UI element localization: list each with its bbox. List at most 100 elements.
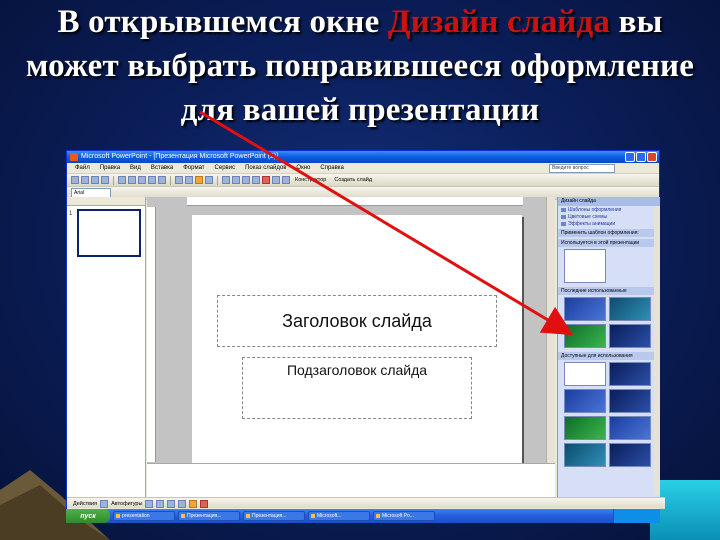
- fill-color-icon[interactable]: [189, 499, 198, 508]
- slides-pane: 1: [67, 197, 146, 497]
- color-schemes-link[interactable]: Цветовые схемы: [558, 213, 660, 220]
- taskbar-item[interactable]: Microsoft Po...: [373, 511, 435, 521]
- draw-actions-menu[interactable]: Действия: [73, 501, 97, 507]
- chart-icon[interactable]: [175, 176, 183, 184]
- minimize-button[interactable]: [625, 152, 635, 162]
- menu-tools[interactable]: Сервис: [215, 165, 236, 171]
- window-titlebar[interactable]: Microsoft PowerPoint - [Презентация Micr…: [67, 151, 659, 163]
- paste-icon[interactable]: [138, 176, 146, 184]
- align-icon[interactable]: [252, 176, 260, 184]
- menu-view[interactable]: Вид: [130, 165, 141, 171]
- taskpane-scrollbar[interactable]: [654, 207, 660, 495]
- pointer-icon[interactable]: [100, 499, 109, 508]
- available-templates-grid: [558, 360, 660, 469]
- menu-window[interactable]: Окно: [296, 165, 310, 171]
- used-in-presentation-label: Используется в этой презентации: [558, 239, 660, 247]
- taskbar-item[interactable]: Microsoft...: [308, 511, 370, 521]
- template-tile[interactable]: [609, 389, 651, 413]
- close-button[interactable]: [647, 152, 657, 162]
- redo-icon[interactable]: [158, 176, 166, 184]
- start-button[interactable]: пуск: [66, 509, 110, 523]
- table-icon[interactable]: [185, 176, 193, 184]
- help-question-input[interactable]: Введите вопрос: [549, 164, 615, 173]
- slides-pane-tabs[interactable]: [67, 197, 145, 206]
- indent-icon[interactable]: [282, 176, 290, 184]
- recent-templates-grid: [558, 295, 660, 350]
- template-tile[interactable]: [564, 324, 606, 348]
- template-default[interactable]: [564, 249, 606, 283]
- bold-icon[interactable]: [222, 176, 230, 184]
- italic-icon[interactable]: [232, 176, 240, 184]
- template-tile[interactable]: [564, 389, 606, 413]
- cut-icon[interactable]: [118, 176, 126, 184]
- horizontal-ruler: [187, 197, 523, 206]
- template-tile[interactable]: [564, 362, 606, 386]
- color-icon[interactable]: [195, 176, 203, 184]
- autoshapes-menu[interactable]: Автофигуры: [111, 501, 142, 507]
- system-tray: [613, 509, 660, 523]
- windows-taskbar: пуск presentation Презентация... Презент…: [66, 509, 660, 523]
- copy-icon[interactable]: [128, 176, 136, 184]
- template-tile[interactable]: [609, 297, 651, 321]
- template-tile[interactable]: [609, 324, 651, 348]
- taskbar-item[interactable]: Презентация...: [243, 511, 305, 521]
- design-templates-link[interactable]: Шаблоны оформления: [558, 206, 660, 213]
- menu-file[interactable]: Файл: [75, 165, 90, 171]
- font-color-icon[interactable]: [262, 176, 270, 184]
- slide-canvas[interactable]: Заголовок слайда Подзаголовок слайда: [192, 215, 522, 463]
- line-icon[interactable]: [145, 499, 154, 508]
- template-tile[interactable]: [609, 416, 651, 440]
- line-color-icon[interactable]: [200, 499, 209, 508]
- standard-toolbar: Конструктор Создать слайд: [67, 174, 659, 187]
- toolbar-separator: [170, 175, 171, 185]
- menu-insert[interactable]: Вставка: [151, 165, 173, 171]
- workspace: 1 Заголовок слайда Подзаголовок слайда Д…: [67, 197, 660, 498]
- template-tile[interactable]: [609, 443, 651, 467]
- design-button[interactable]: Конструктор: [292, 177, 329, 183]
- new-slide-button[interactable]: Создать слайд: [331, 177, 375, 183]
- maximize-button[interactable]: [636, 152, 646, 162]
- template-tile[interactable]: [564, 443, 606, 467]
- title-placeholder[interactable]: Заголовок слайда: [217, 295, 497, 347]
- save-icon[interactable]: [91, 176, 99, 184]
- taskbar-item[interactable]: Презентация...: [178, 511, 240, 521]
- taskbar-item[interactable]: presentation: [113, 511, 175, 521]
- menu-format[interactable]: Формат: [183, 165, 204, 171]
- menu-slideshow[interactable]: Показ слайдов: [245, 165, 286, 171]
- new-icon[interactable]: [71, 176, 79, 184]
- toolbar-separator: [113, 175, 114, 185]
- slide-number: 1: [69, 211, 73, 217]
- window-title: Microsoft PowerPoint - [Презентация Micr…: [81, 153, 279, 160]
- slide-thumbnail[interactable]: [77, 209, 141, 257]
- current-templates-grid: [558, 247, 660, 285]
- arrow-tool-icon[interactable]: [156, 499, 165, 508]
- slide-heading: В открывшемся окне Дизайн слайда вы може…: [20, 0, 700, 132]
- sea-decoration: [650, 480, 720, 540]
- rectangle-icon[interactable]: [167, 499, 176, 508]
- apply-template-label: Применить шаблон оформления:: [558, 229, 660, 237]
- bullets-icon[interactable]: [272, 176, 280, 184]
- template-tile[interactable]: [564, 297, 606, 321]
- notes-pane[interactable]: [147, 463, 555, 498]
- print-icon[interactable]: [101, 176, 109, 184]
- animation-schemes-link[interactable]: Эффекты анимации: [558, 220, 660, 227]
- powerpoint-icon: [70, 153, 78, 161]
- slide-editing-area: Заголовок слайда Подзаголовок слайда: [147, 197, 555, 498]
- vertical-ruler: [147, 207, 156, 462]
- underline-icon[interactable]: [242, 176, 250, 184]
- open-icon[interactable]: [81, 176, 89, 184]
- subtitle-placeholder[interactable]: Подзаголовок слайда: [242, 357, 472, 419]
- template-tile[interactable]: [564, 416, 606, 440]
- recently-used-label: Последние использованные: [558, 287, 660, 295]
- zoom-icon[interactable]: [205, 176, 213, 184]
- slide-design-taskpane: Дизайн слайда Шаблоны оформления Цветовы…: [557, 197, 660, 497]
- vertical-scrollbar[interactable]: [546, 197, 555, 463]
- available-templates-label: Доступные для использования: [558, 352, 660, 360]
- template-tile[interactable]: [609, 362, 651, 386]
- menu-edit[interactable]: Правка: [100, 165, 120, 171]
- taskpane-header[interactable]: Дизайн слайда: [558, 197, 660, 206]
- heading-highlight: Дизайн слайда: [387, 4, 611, 40]
- menu-help[interactable]: Справка: [320, 165, 344, 171]
- undo-icon[interactable]: [148, 176, 156, 184]
- oval-icon[interactable]: [178, 499, 187, 508]
